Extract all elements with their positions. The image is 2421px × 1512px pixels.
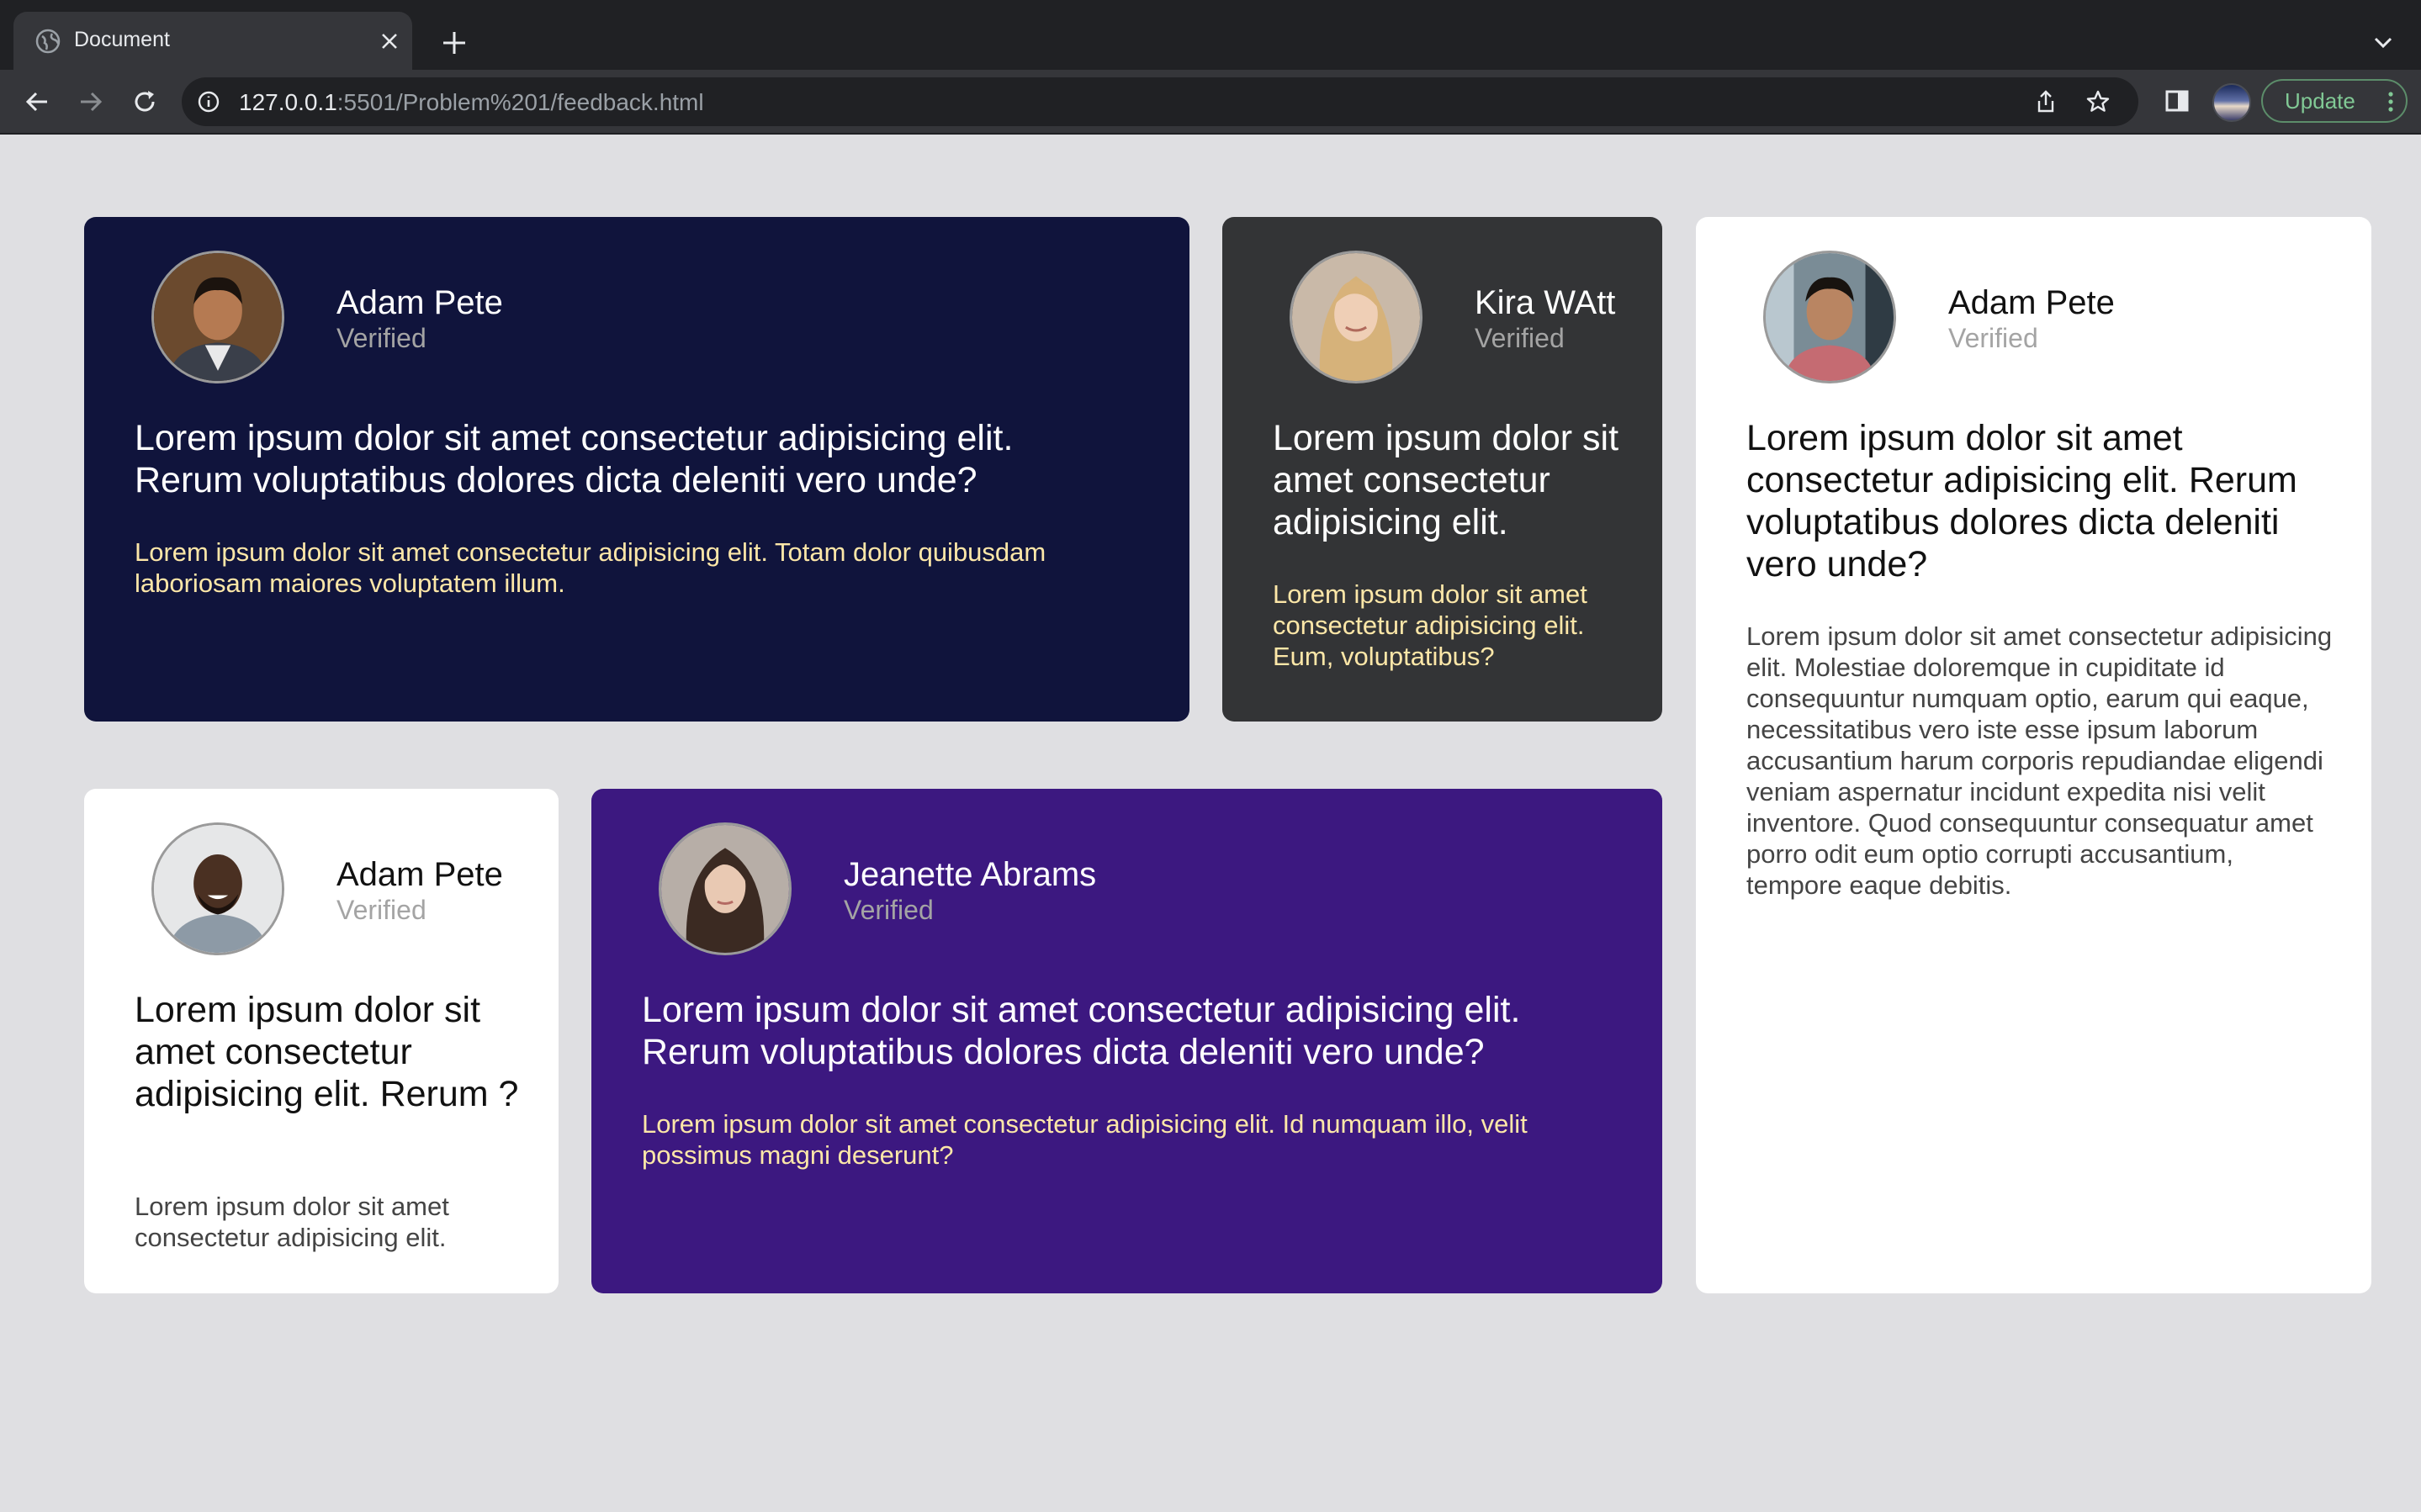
verified-label: Verified — [336, 895, 426, 925]
side-panel-icon[interactable] — [2162, 86, 2192, 116]
avatar — [659, 822, 792, 955]
browser-tab-document[interactable]: Document — [13, 12, 412, 70]
reviewer-name: Jeanette Abrams — [844, 856, 1097, 893]
update-button[interactable]: Update — [2261, 79, 2408, 123]
testimonial-body: Lorem ipsum dolor sit amet consectetur a… — [135, 537, 1046, 598]
profile-avatar[interactable] — [2212, 83, 2251, 122]
avatar — [151, 822, 284, 955]
address-bar[interactable]: 127.0.0.1:5501/Problem%201/feedback.html — [182, 77, 2138, 126]
testimonial-headline: Lorem ipsum dolor sit amet consectetur a… — [642, 990, 1521, 1072]
testimonial-card: Jeanette Abrams Verified Lorem ipsum dol… — [591, 789, 1662, 1293]
verified-label: Verified — [336, 323, 426, 353]
reviewer-name: Adam Pete — [336, 284, 503, 321]
reviewer-name: Kira WAtt — [1475, 284, 1616, 321]
globe-icon — [35, 29, 61, 54]
verified-label: Verified — [844, 895, 934, 925]
testimonial-card: Adam Pete Verified Lorem ipsum dolor sit… — [1696, 217, 2371, 1293]
reviewer-name: Adam Pete — [336, 856, 503, 893]
kebab-menu-icon[interactable] — [2387, 91, 2394, 113]
share-icon[interactable] — [2032, 88, 2059, 115]
url-host: 127.0.0.1 — [239, 89, 337, 115]
info-icon[interactable] — [197, 90, 220, 114]
verified-label: Verified — [1475, 323, 1565, 353]
star-icon[interactable] — [2085, 88, 2111, 115]
back-icon[interactable] — [22, 87, 52, 117]
url-text[interactable]: 127.0.0.1:5501/Problem%201/feedback.html — [239, 89, 704, 116]
browser-tab-strip: Document — [0, 0, 2421, 70]
testimonial-card: Adam Pete Verified Lorem ipsum dolor sit… — [84, 789, 559, 1293]
avatar — [1763, 251, 1896, 383]
reload-icon[interactable] — [130, 87, 160, 117]
plus-icon[interactable] — [439, 28, 469, 58]
testimonial-headline: Lorem ipsum dolor sit amet consectetur a… — [135, 990, 519, 1114]
forward-icon[interactable] — [76, 87, 106, 117]
testimonial-body: Lorem ipsum dolor sit amet consectetur a… — [135, 1192, 449, 1252]
verified-label: Verified — [1948, 323, 2038, 353]
testimonial-headline: Lorem ipsum dolor sit amet consectetur a… — [1746, 418, 2297, 584]
testimonial-headline: Lorem ipsum dolor sit amet consectetur a… — [135, 418, 1014, 500]
testimonial-body: Lorem ipsum dolor sit amet consectetur a… — [1273, 579, 1587, 671]
url-path: :5501/Problem%201/feedback.html — [336, 89, 704, 115]
update-label: Update — [2285, 88, 2355, 114]
testimonial-card: Adam Pete Verified Lorem ipsum dolor sit… — [84, 217, 1189, 722]
testimonial-body: Lorem ipsum dolor sit amet consectetur a… — [642, 1109, 1528, 1170]
avatar — [1290, 251, 1422, 383]
close-icon[interactable] — [379, 30, 400, 52]
testimonial-card: Kira WAtt Verified Lorem ipsum dolor sit… — [1222, 217, 1662, 722]
testimonial-headline: Lorem ipsum dolor sit amet consectetur a… — [1273, 418, 1619, 542]
browser-toolbar: 127.0.0.1:5501/Problem%201/feedback.html… — [0, 70, 2421, 135]
avatar — [151, 251, 284, 383]
chevron-down-icon[interactable] — [2371, 30, 2396, 56]
testimonial-body: Lorem ipsum dolor sit amet consectetur a… — [1746, 621, 2333, 900]
reviewer-name: Adam Pete — [1948, 284, 2115, 321]
tab-title: Document — [74, 28, 170, 51]
